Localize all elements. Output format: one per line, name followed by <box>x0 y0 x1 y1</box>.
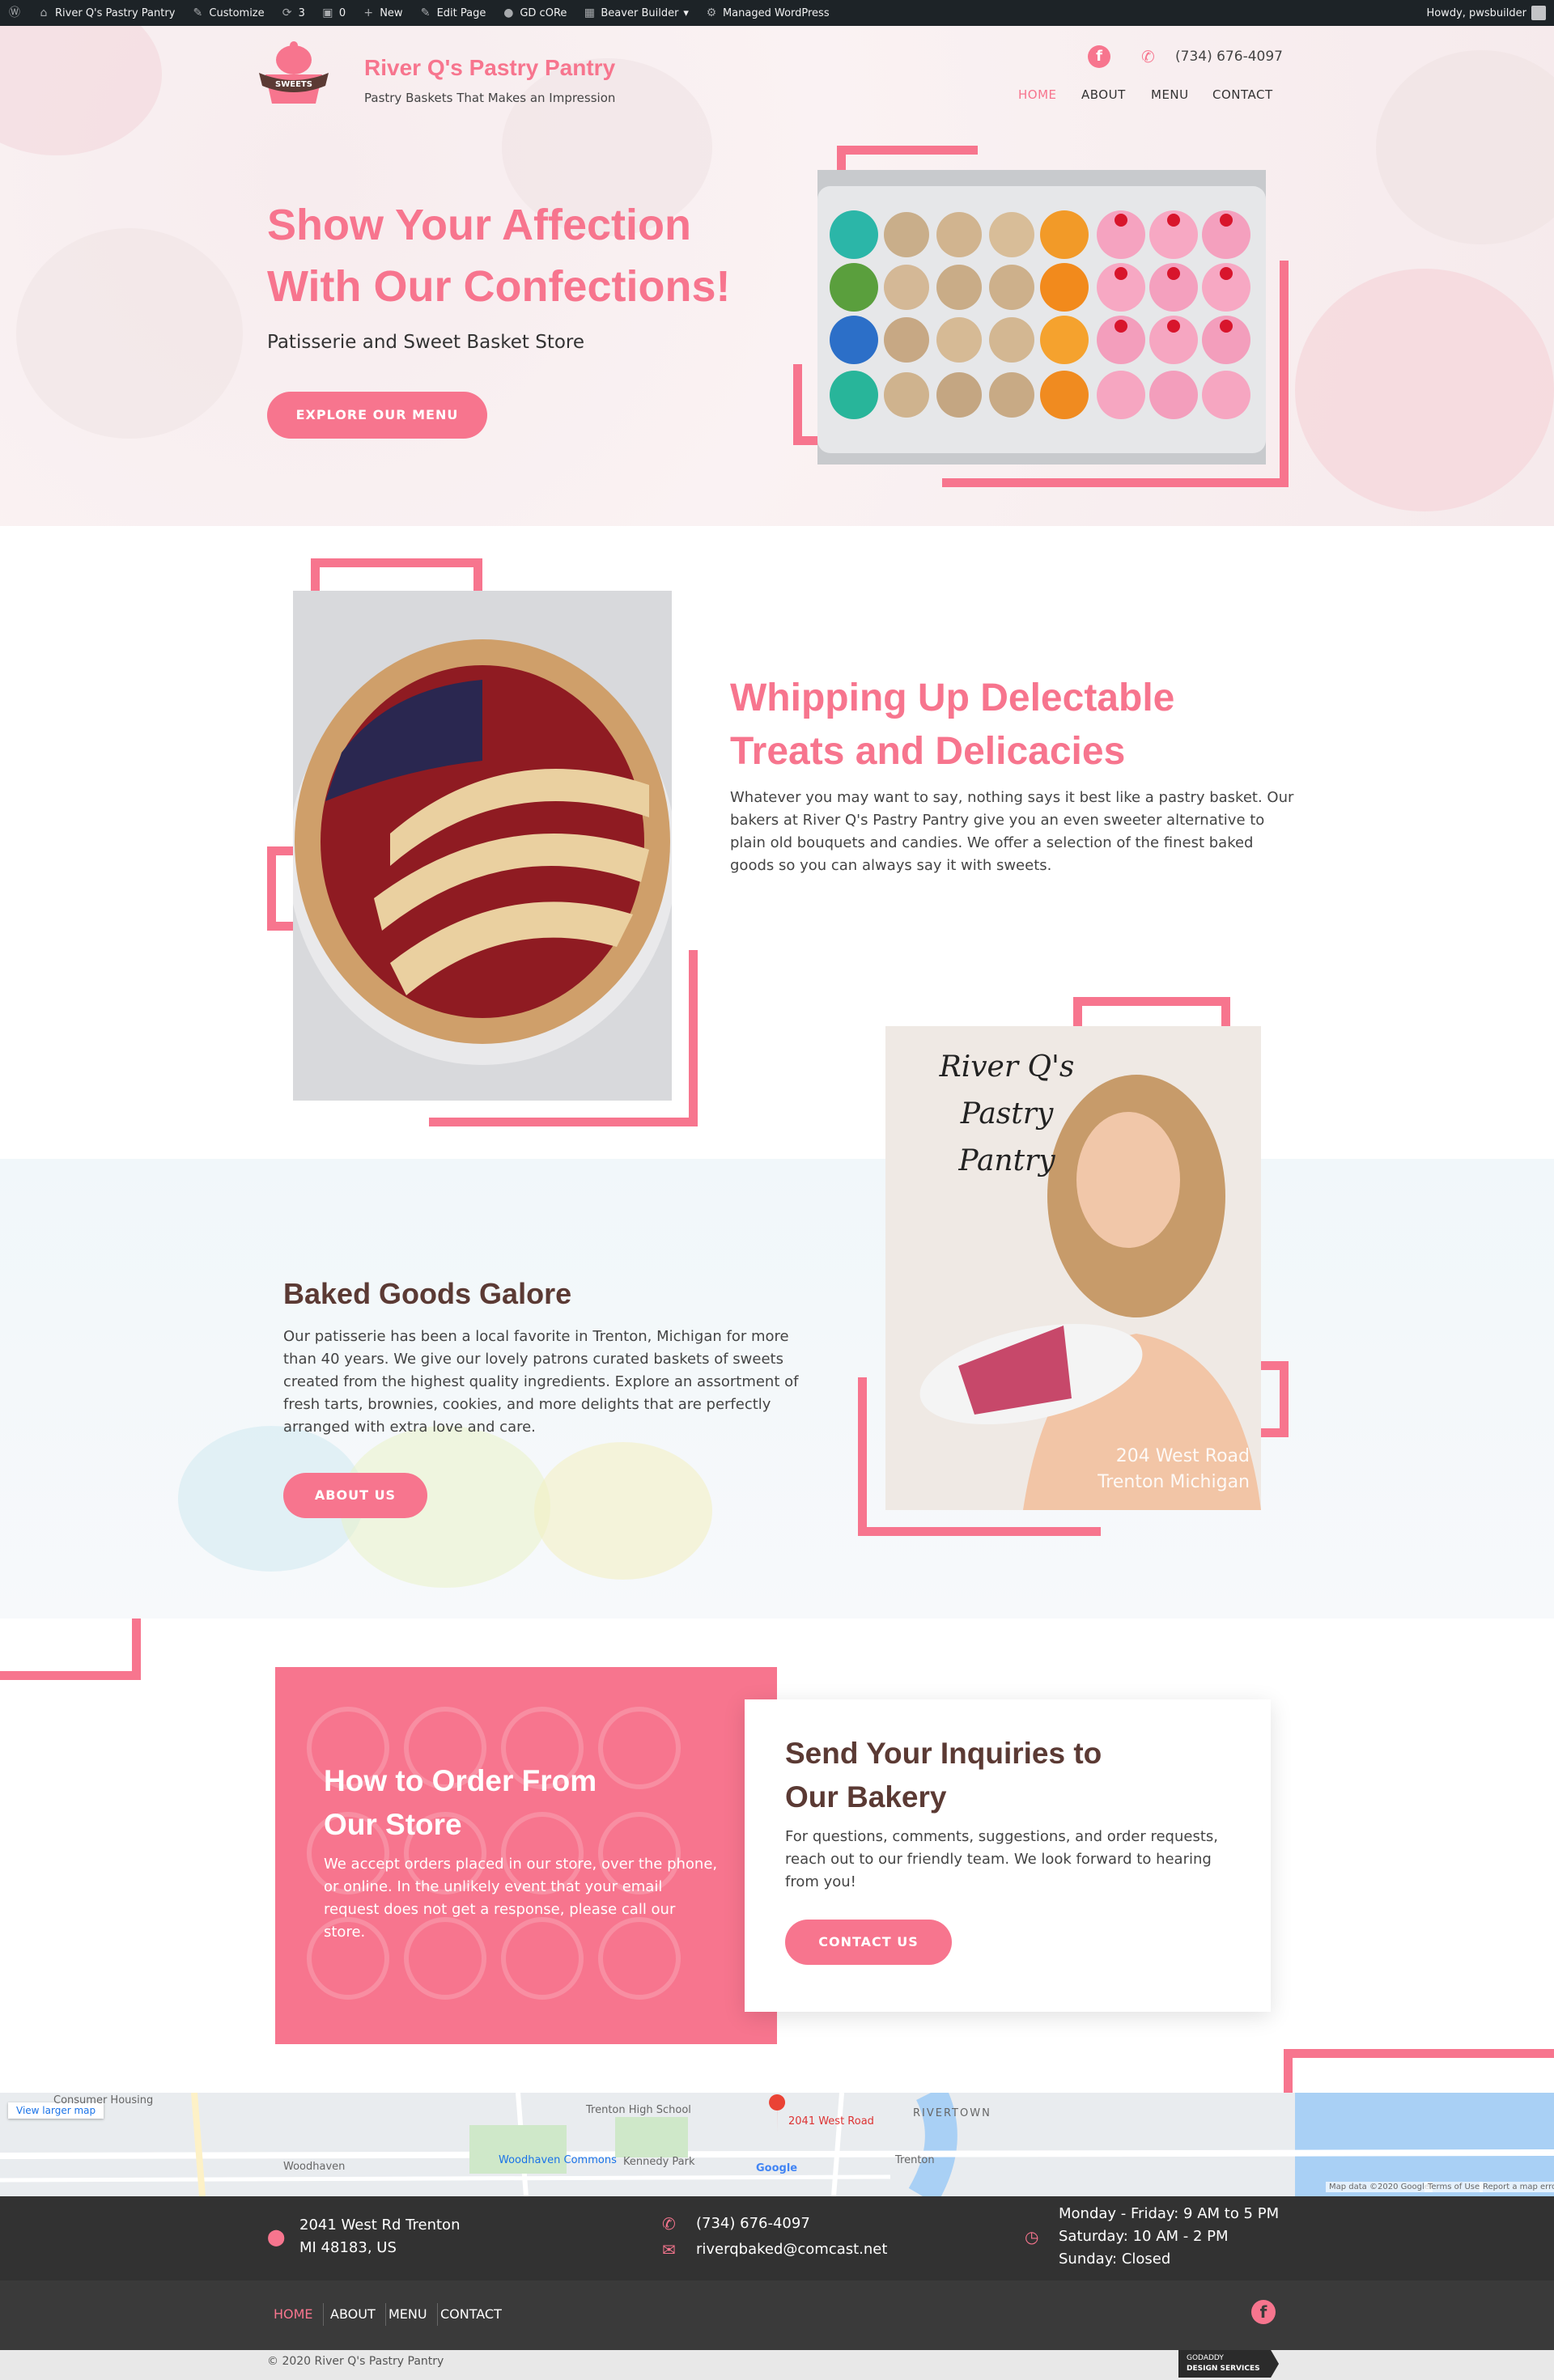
home-icon: ⌂ <box>40 6 48 19</box>
phone-icon: ✆ <box>1141 47 1155 66</box>
map-label: Trenton High School <box>586 2104 691 2116</box>
svg-text:SWEETS: SWEETS <box>275 80 312 89</box>
email-icon: ✉ <box>662 2240 676 2259</box>
nav-contact[interactable]: CONTACT <box>1212 87 1273 102</box>
map-terms-link[interactable]: Terms of Use <box>1424 2182 1484 2192</box>
footer-nav-menu[interactable]: MENU <box>379 2303 438 2326</box>
map-data-credit: Map data ©2020 Google <box>1326 2182 1433 2192</box>
footer-nav-contact[interactable]: CONTACT <box>431 2303 512 2326</box>
godaddy-badge[interactable]: GODADDY DESIGN SERVICES <box>1178 2350 1279 2378</box>
map-label: Trenton <box>895 2154 935 2166</box>
admin-gd-core[interactable]: ● GD cORe <box>494 0 575 26</box>
admin-new[interactable]: + New <box>354 0 410 26</box>
cupcakes-image <box>817 170 1266 465</box>
plus-icon: + <box>363 6 374 19</box>
map-report-link[interactable]: Report a map error <box>1480 2182 1554 2192</box>
portrait-address: 204 West Road Trenton Michigan <box>1098 1446 1250 1492</box>
footer-email[interactable]: riverqbaked@comcast.net <box>696 2238 887 2261</box>
decor-frame <box>0 1618 141 1680</box>
footer-facebook-icon[interactable]: f <box>1251 2300 1276 2324</box>
wp-logo[interactable]: Ⓦ <box>0 0 29 26</box>
header-phone[interactable]: (734) 676-4097 <box>1175 49 1283 65</box>
google-map[interactable]: View larger map Consumer Housing Trenton… <box>0 2093 1554 2196</box>
inquiry-body: For questions, comments, suggestions, an… <box>785 1828 1218 1890</box>
nav-about[interactable]: ABOUT <box>1081 87 1126 102</box>
map-label: RIVERTOWN <box>913 2107 991 2119</box>
order-body: We accept orders placed in our store, ov… <box>324 1856 718 1941</box>
bg-cupcake <box>16 228 243 439</box>
about-us-button[interactable]: ABOUT US <box>283 1473 427 1518</box>
hero-subtitle: Patisserie and Sweet Basket Store <box>267 332 585 353</box>
order-title: How to Order From Our Store <box>324 1764 597 1841</box>
footer-nav-about[interactable]: ABOUT <box>321 2303 386 2326</box>
admin-edit-page[interactable]: ✎ Edit Page <box>411 0 495 26</box>
admin-managed-wp[interactable]: ⚙ Managed WordPress <box>697 0 838 26</box>
section2-body: Whatever you may want to say, nothing sa… <box>730 789 1294 874</box>
footer-address: 2041 West Rd Trenton MI 48183, US <box>299 2217 461 2256</box>
pencil-icon: ✎ <box>420 6 431 19</box>
logo-cupcake-icon[interactable]: SWEETS <box>257 40 330 108</box>
grid-icon: ▦ <box>584 6 595 19</box>
brand-name[interactable]: River Q's Pastry Pantry <box>364 55 615 81</box>
nav-menu[interactable]: MENU <box>1151 87 1189 102</box>
bg-cupcake <box>0 26 162 155</box>
footer-copyright-bar <box>0 2350 1554 2380</box>
explore-menu-button[interactable]: EXPLORE OUR MENU <box>267 392 487 439</box>
refresh-icon: ⟳ <box>282 6 292 19</box>
map-label: Consumer Housing <box>53 2094 154 2106</box>
admin-account[interactable]: Howdy, pwsbuilder <box>1418 0 1554 26</box>
footer-hours: Monday - Friday: 9 AM to 5 PM Saturday: … <box>1059 2205 1280 2268</box>
google-logo: Google <box>756 2162 798 2174</box>
comment-icon: ▣ <box>322 6 333 19</box>
clock-icon: ◷ <box>1025 2227 1039 2246</box>
admin-comments[interactable]: ▣ 0 <box>313 0 354 26</box>
pie-image <box>293 591 672 1101</box>
location-pin-icon: ⬤ <box>267 2227 286 2246</box>
inquiry-title: Send Your Inquiries to Our Bakery <box>785 1737 1102 1814</box>
footer-nav-bar <box>0 2280 1554 2350</box>
footer-nav-home[interactable]: HOME <box>264 2303 324 2326</box>
chevron-down-icon: ▾ <box>683 6 689 19</box>
avatar <box>1531 6 1546 20</box>
bg-cupcake <box>1376 50 1554 244</box>
map-label: Kennedy Park <box>623 2156 695 2168</box>
section3-title: Baked Goods Galore <box>283 1277 572 1310</box>
hero-title: Show Your Affection With Our Confections… <box>267 201 731 311</box>
admin-bar: Ⓦ ⌂ River Q's Pastry Pantry ✎ Customize ⟳ 3… <box>0 0 1554 26</box>
phone-icon: ✆ <box>662 2214 676 2234</box>
portrait-caption: River Q's Pastry Pantry <box>939 1050 1075 1177</box>
map-roads <box>0 2093 1554 2196</box>
gear-icon: ⚙ <box>706 6 717 19</box>
section2-title: Whipping Up Delectable Treats and Delica… <box>730 677 1175 773</box>
admin-updates[interactable]: ⟳ 3 <box>273 0 313 26</box>
bg-cupcake <box>534 1442 712 1580</box>
footer-phone[interactable]: (734) 676-4097 <box>696 2212 810 2235</box>
cupcakes-photo <box>817 170 1266 465</box>
admin-customize[interactable]: ✎ Customize <box>183 0 272 26</box>
wordpress-icon: Ⓦ <box>9 6 20 19</box>
section3-body: Our patisserie has been a local favorite… <box>283 1328 799 1436</box>
map-label: Woodhaven <box>283 2161 346 2173</box>
contact-us-button[interactable]: CONTACT US <box>785 1920 952 1965</box>
bg-cupcake <box>1295 269 1554 511</box>
portrait-photo: River Q's Pastry Pantry 204 West Road Tr… <box>885 1026 1261 1510</box>
admin-beaver-builder[interactable]: ▦ Beaver Builder ▾ <box>575 0 697 26</box>
flag-pie-photo <box>293 591 672 1101</box>
brush-icon: ✎ <box>193 6 203 19</box>
facebook-icon[interactable]: f <box>1088 45 1110 68</box>
circle-icon: ● <box>503 6 514 19</box>
nav-home[interactable]: HOME <box>1018 87 1057 102</box>
brand-tagline: Pastry Baskets That Makes an Impression <box>364 91 616 105</box>
copyright: © 2020 River Q's Pastry Pantry <box>267 2355 444 2368</box>
map-label: Woodhaven Commons <box>499 2154 617 2166</box>
map-pin-label: 2041 West Road <box>788 2115 874 2128</box>
admin-site-name[interactable]: ⌂ River Q's Pastry Pantry <box>29 0 183 26</box>
